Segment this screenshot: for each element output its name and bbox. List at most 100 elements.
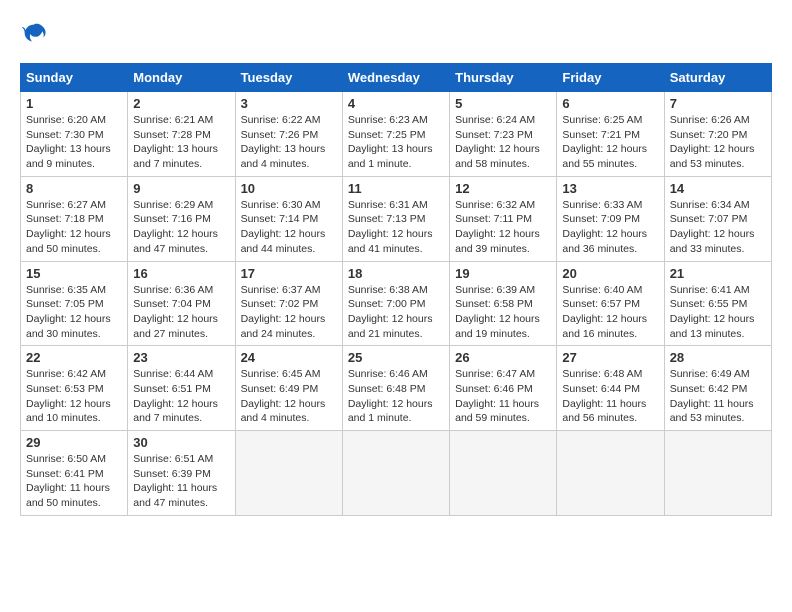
day-of-week-header: Saturday <box>664 64 771 92</box>
day-number: 18 <box>348 266 444 281</box>
day-detail: Sunrise: 6:24 AM Sunset: 7:23 PM Dayligh… <box>455 113 551 172</box>
calendar-week-row: 15 Sunrise: 6:35 AM Sunset: 7:05 PM Dayl… <box>21 261 772 346</box>
day-detail: Sunrise: 6:46 AM Sunset: 6:48 PM Dayligh… <box>348 367 444 426</box>
day-detail: Sunrise: 6:39 AM Sunset: 6:58 PM Dayligh… <box>455 283 551 342</box>
day-number: 17 <box>241 266 337 281</box>
day-number: 28 <box>670 350 766 365</box>
day-number: 16 <box>133 266 229 281</box>
calendar-day-cell: 2 Sunrise: 6:21 AM Sunset: 7:28 PM Dayli… <box>128 92 235 177</box>
calendar-day-cell: 12 Sunrise: 6:32 AM Sunset: 7:11 PM Dayl… <box>450 176 557 261</box>
day-detail: Sunrise: 6:42 AM Sunset: 6:53 PM Dayligh… <box>26 367 122 426</box>
day-detail: Sunrise: 6:37 AM Sunset: 7:02 PM Dayligh… <box>241 283 337 342</box>
calendar-day-cell: 23 Sunrise: 6:44 AM Sunset: 6:51 PM Dayl… <box>128 346 235 431</box>
day-number: 6 <box>562 96 658 111</box>
day-detail: Sunrise: 6:26 AM Sunset: 7:20 PM Dayligh… <box>670 113 766 172</box>
calendar-day-cell: 25 Sunrise: 6:46 AM Sunset: 6:48 PM Dayl… <box>342 346 449 431</box>
day-of-week-header: Monday <box>128 64 235 92</box>
day-number: 3 <box>241 96 337 111</box>
day-number: 7 <box>670 96 766 111</box>
day-number: 24 <box>241 350 337 365</box>
day-detail: Sunrise: 6:29 AM Sunset: 7:16 PM Dayligh… <box>133 198 229 257</box>
calendar-day-cell: 14 Sunrise: 6:34 AM Sunset: 7:07 PM Dayl… <box>664 176 771 261</box>
day-of-week-header: Wednesday <box>342 64 449 92</box>
calendar-day-cell: 28 Sunrise: 6:49 AM Sunset: 6:42 PM Dayl… <box>664 346 771 431</box>
calendar-day-cell: 10 Sunrise: 6:30 AM Sunset: 7:14 PM Dayl… <box>235 176 342 261</box>
day-detail: Sunrise: 6:50 AM Sunset: 6:41 PM Dayligh… <box>26 452 122 511</box>
calendar-day-cell: 7 Sunrise: 6:26 AM Sunset: 7:20 PM Dayli… <box>664 92 771 177</box>
day-detail: Sunrise: 6:20 AM Sunset: 7:30 PM Dayligh… <box>26 113 122 172</box>
calendar-day-cell: 5 Sunrise: 6:24 AM Sunset: 7:23 PM Dayli… <box>450 92 557 177</box>
day-number: 22 <box>26 350 122 365</box>
day-number: 9 <box>133 181 229 196</box>
calendar-day-cell: 22 Sunrise: 6:42 AM Sunset: 6:53 PM Dayl… <box>21 346 128 431</box>
day-of-week-header: Thursday <box>450 64 557 92</box>
day-detail: Sunrise: 6:21 AM Sunset: 7:28 PM Dayligh… <box>133 113 229 172</box>
calendar-day-cell <box>235 431 342 516</box>
calendar-day-cell: 11 Sunrise: 6:31 AM Sunset: 7:13 PM Dayl… <box>342 176 449 261</box>
day-number: 15 <box>26 266 122 281</box>
day-detail: Sunrise: 6:31 AM Sunset: 7:13 PM Dayligh… <box>348 198 444 257</box>
calendar-day-cell: 9 Sunrise: 6:29 AM Sunset: 7:16 PM Dayli… <box>128 176 235 261</box>
day-detail: Sunrise: 6:47 AM Sunset: 6:46 PM Dayligh… <box>455 367 551 426</box>
day-detail: Sunrise: 6:32 AM Sunset: 7:11 PM Dayligh… <box>455 198 551 257</box>
day-number: 21 <box>670 266 766 281</box>
calendar-day-cell: 20 Sunrise: 6:40 AM Sunset: 6:57 PM Dayl… <box>557 261 664 346</box>
day-detail: Sunrise: 6:49 AM Sunset: 6:42 PM Dayligh… <box>670 367 766 426</box>
calendar-day-cell: 3 Sunrise: 6:22 AM Sunset: 7:26 PM Dayli… <box>235 92 342 177</box>
day-number: 1 <box>26 96 122 111</box>
calendar-day-cell <box>450 431 557 516</box>
calendar-day-cell <box>557 431 664 516</box>
day-number: 13 <box>562 181 658 196</box>
calendar-day-cell: 13 Sunrise: 6:33 AM Sunset: 7:09 PM Dayl… <box>557 176 664 261</box>
calendar-day-cell: 15 Sunrise: 6:35 AM Sunset: 7:05 PM Dayl… <box>21 261 128 346</box>
day-number: 11 <box>348 181 444 196</box>
day-detail: Sunrise: 6:22 AM Sunset: 7:26 PM Dayligh… <box>241 113 337 172</box>
page-header <box>20 20 772 48</box>
day-detail: Sunrise: 6:36 AM Sunset: 7:04 PM Dayligh… <box>133 283 229 342</box>
calendar-day-cell: 24 Sunrise: 6:45 AM Sunset: 6:49 PM Dayl… <box>235 346 342 431</box>
calendar-day-cell: 8 Sunrise: 6:27 AM Sunset: 7:18 PM Dayli… <box>21 176 128 261</box>
day-detail: Sunrise: 6:40 AM Sunset: 6:57 PM Dayligh… <box>562 283 658 342</box>
calendar-day-cell <box>664 431 771 516</box>
calendar-day-cell: 18 Sunrise: 6:38 AM Sunset: 7:00 PM Dayl… <box>342 261 449 346</box>
calendar-day-cell: 16 Sunrise: 6:36 AM Sunset: 7:04 PM Dayl… <box>128 261 235 346</box>
calendar-week-row: 29 Sunrise: 6:50 AM Sunset: 6:41 PM Dayl… <box>21 431 772 516</box>
calendar-day-cell: 17 Sunrise: 6:37 AM Sunset: 7:02 PM Dayl… <box>235 261 342 346</box>
day-detail: Sunrise: 6:44 AM Sunset: 6:51 PM Dayligh… <box>133 367 229 426</box>
calendar-day-cell: 26 Sunrise: 6:47 AM Sunset: 6:46 PM Dayl… <box>450 346 557 431</box>
day-number: 19 <box>455 266 551 281</box>
day-number: 4 <box>348 96 444 111</box>
day-number: 20 <box>562 266 658 281</box>
day-number: 23 <box>133 350 229 365</box>
day-detail: Sunrise: 6:27 AM Sunset: 7:18 PM Dayligh… <box>26 198 122 257</box>
day-number: 25 <box>348 350 444 365</box>
calendar-week-row: 1 Sunrise: 6:20 AM Sunset: 7:30 PM Dayli… <box>21 92 772 177</box>
day-number: 12 <box>455 181 551 196</box>
calendar-day-cell: 6 Sunrise: 6:25 AM Sunset: 7:21 PM Dayli… <box>557 92 664 177</box>
calendar-day-cell: 4 Sunrise: 6:23 AM Sunset: 7:25 PM Dayli… <box>342 92 449 177</box>
calendar-week-row: 22 Sunrise: 6:42 AM Sunset: 6:53 PM Dayl… <box>21 346 772 431</box>
day-detail: Sunrise: 6:38 AM Sunset: 7:00 PM Dayligh… <box>348 283 444 342</box>
calendar-day-cell: 1 Sunrise: 6:20 AM Sunset: 7:30 PM Dayli… <box>21 92 128 177</box>
day-number: 10 <box>241 181 337 196</box>
day-number: 29 <box>26 435 122 450</box>
day-detail: Sunrise: 6:33 AM Sunset: 7:09 PM Dayligh… <box>562 198 658 257</box>
day-detail: Sunrise: 6:41 AM Sunset: 6:55 PM Dayligh… <box>670 283 766 342</box>
day-of-week-header: Friday <box>557 64 664 92</box>
calendar-week-row: 8 Sunrise: 6:27 AM Sunset: 7:18 PM Dayli… <box>21 176 772 261</box>
day-of-week-header: Sunday <box>21 64 128 92</box>
day-detail: Sunrise: 6:30 AM Sunset: 7:14 PM Dayligh… <box>241 198 337 257</box>
day-number: 14 <box>670 181 766 196</box>
day-detail: Sunrise: 6:23 AM Sunset: 7:25 PM Dayligh… <box>348 113 444 172</box>
day-detail: Sunrise: 6:45 AM Sunset: 6:49 PM Dayligh… <box>241 367 337 426</box>
day-number: 8 <box>26 181 122 196</box>
logo-icon <box>20 20 48 48</box>
day-number: 2 <box>133 96 229 111</box>
day-detail: Sunrise: 6:35 AM Sunset: 7:05 PM Dayligh… <box>26 283 122 342</box>
logo <box>20 20 52 48</box>
day-detail: Sunrise: 6:48 AM Sunset: 6:44 PM Dayligh… <box>562 367 658 426</box>
calendar-header-row: SundayMondayTuesdayWednesdayThursdayFrid… <box>21 64 772 92</box>
calendar-day-cell: 30 Sunrise: 6:51 AM Sunset: 6:39 PM Dayl… <box>128 431 235 516</box>
calendar-day-cell: 29 Sunrise: 6:50 AM Sunset: 6:41 PM Dayl… <box>21 431 128 516</box>
day-of-week-header: Tuesday <box>235 64 342 92</box>
